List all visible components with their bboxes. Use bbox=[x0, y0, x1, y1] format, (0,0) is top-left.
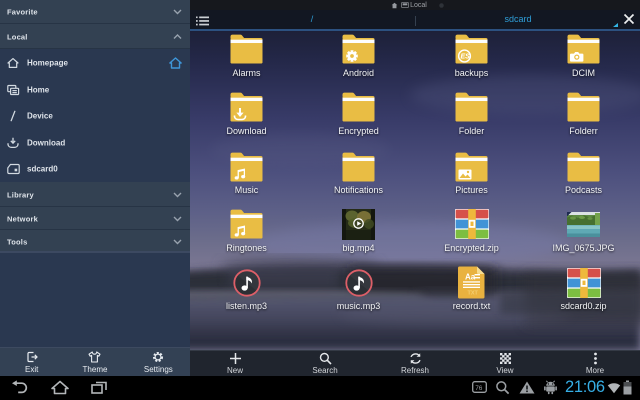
svg-text:76: 76 bbox=[475, 385, 483, 392]
